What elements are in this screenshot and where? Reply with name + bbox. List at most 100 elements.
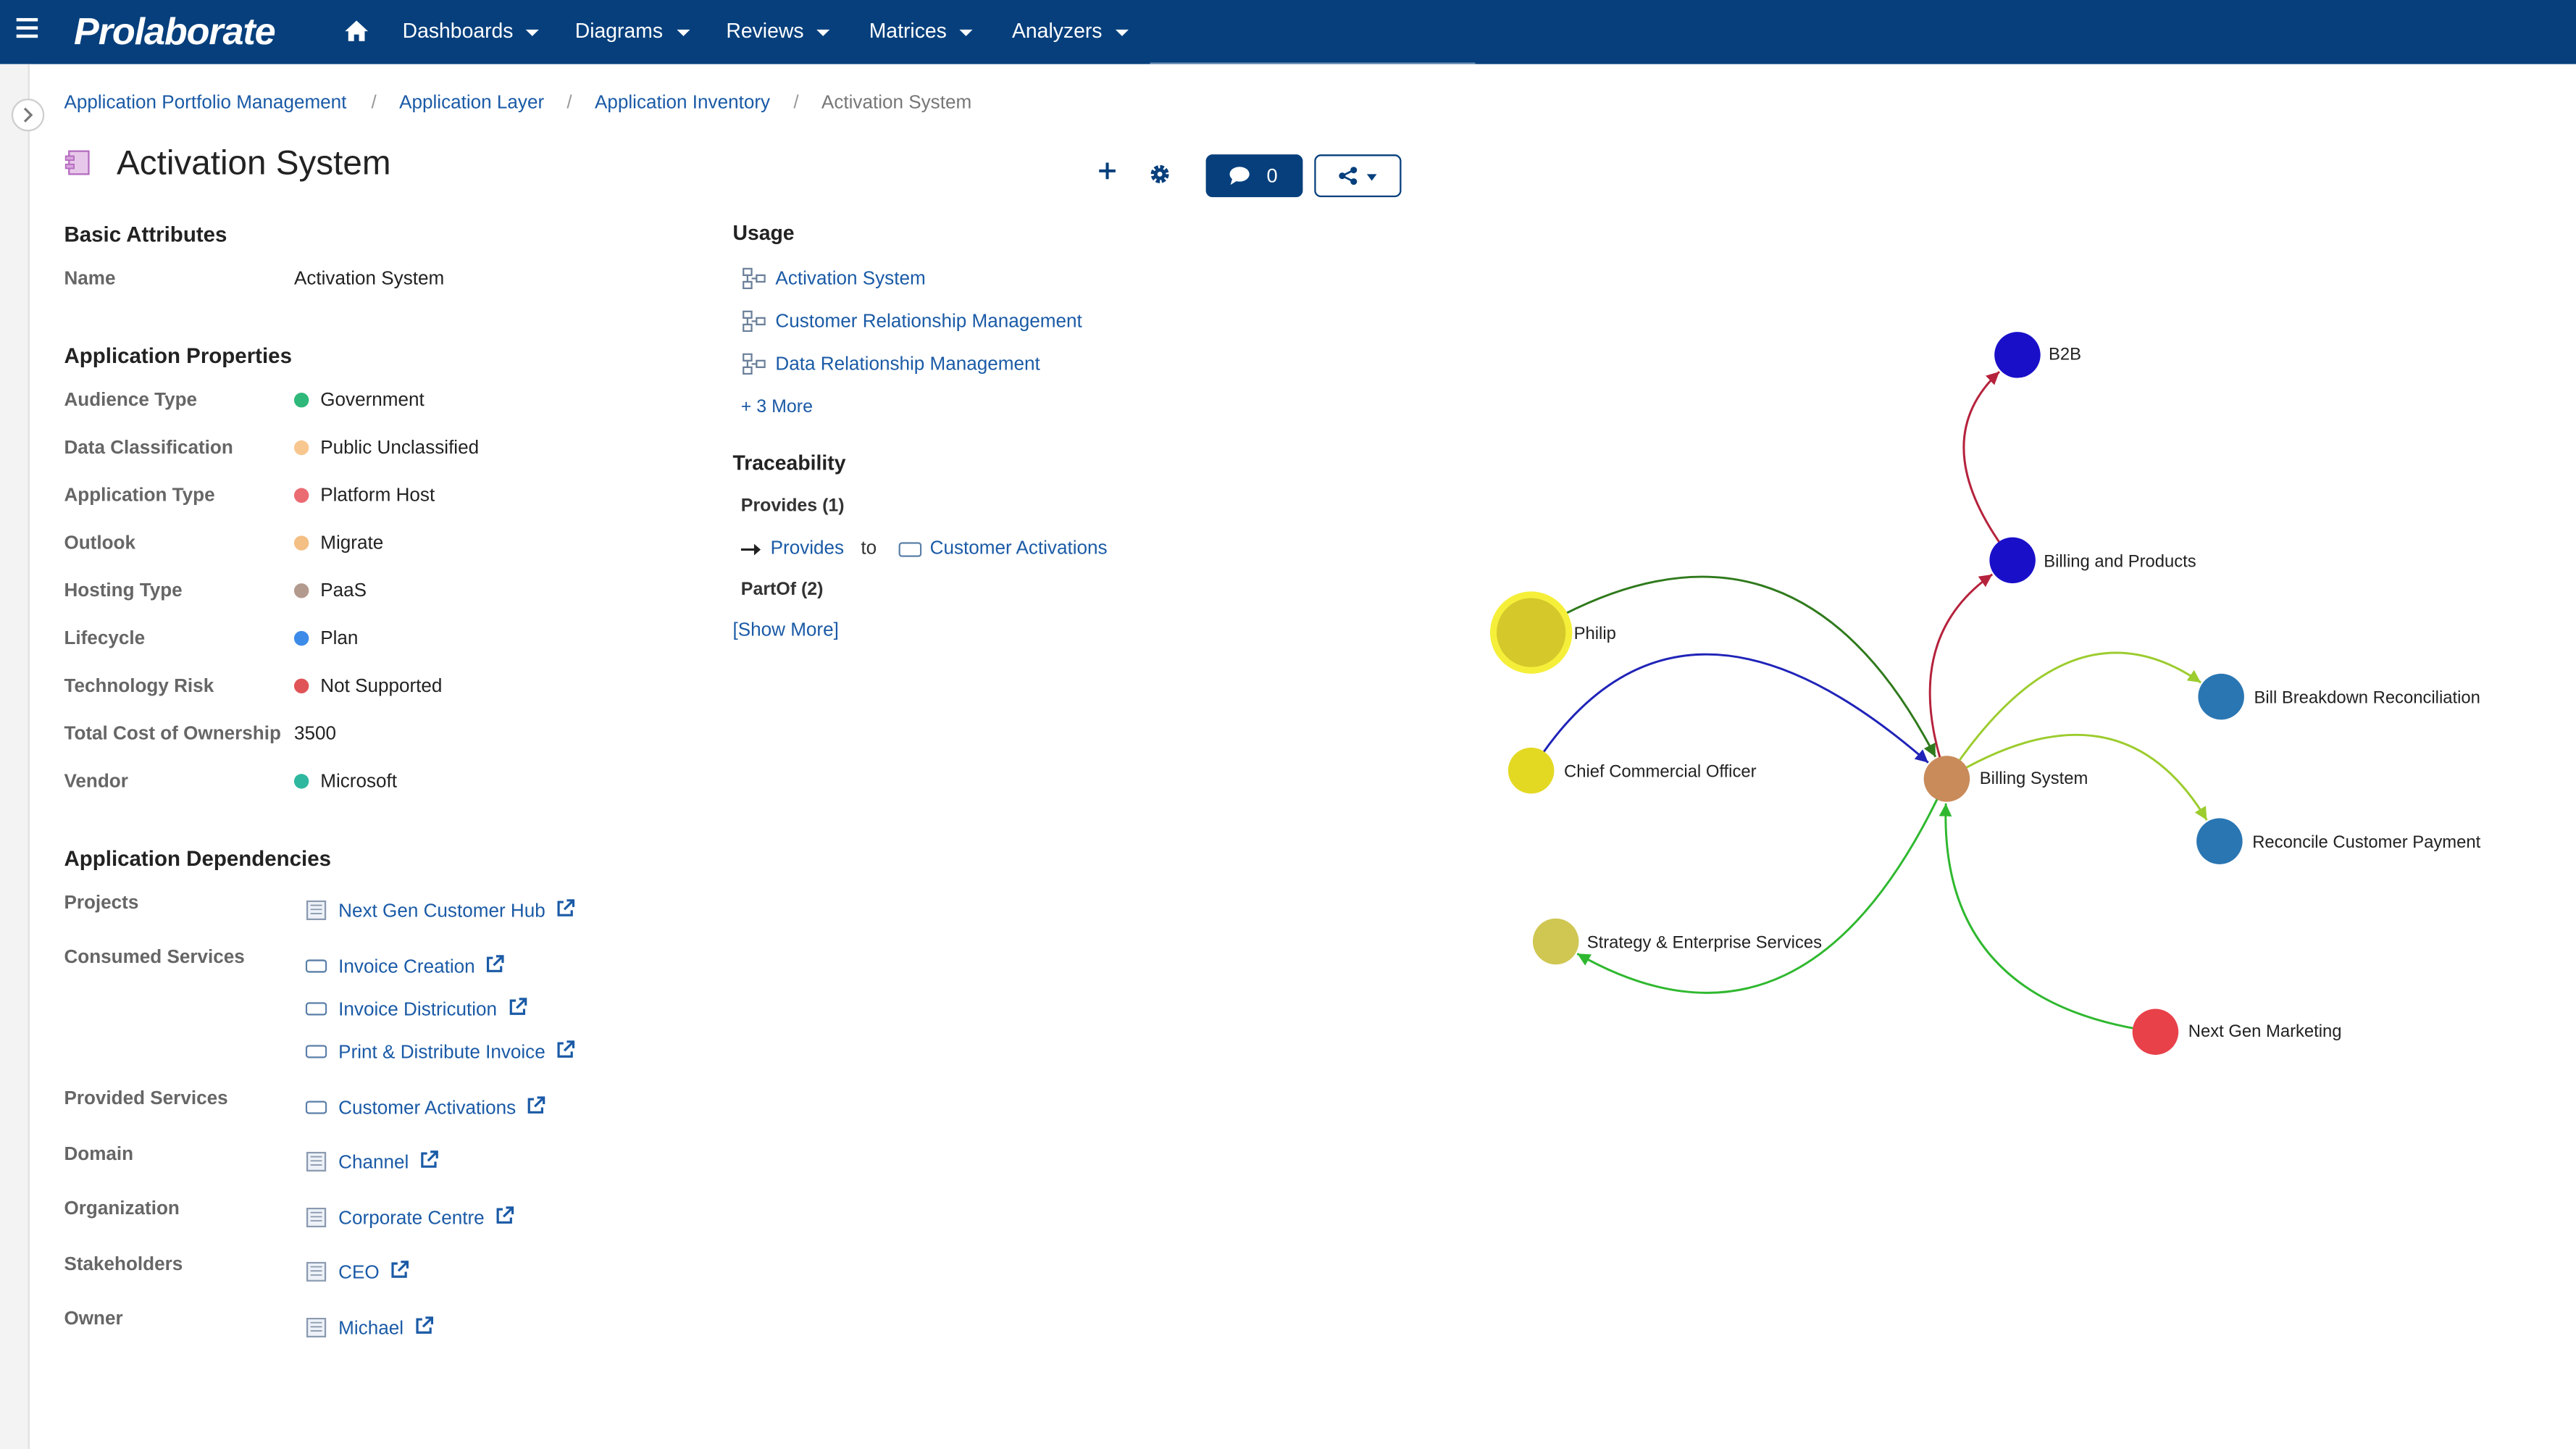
external-link-icon[interactable] xyxy=(555,1040,574,1060)
name-value: Activation System xyxy=(293,269,445,290)
graph-node-cco[interactable] xyxy=(1507,747,1555,794)
breadcrumb-separator: / xyxy=(793,93,799,114)
property-status-dot xyxy=(293,678,309,694)
property-value: Government xyxy=(320,391,425,411)
vendor-value: Microsoft xyxy=(320,772,398,793)
top-navbar: Prolaborate Dashboards Diagrams Reviews … xyxy=(0,0,2576,64)
graph-node-ses[interactable] xyxy=(1532,918,1579,965)
external-link-icon[interactable] xyxy=(555,899,574,919)
service-icon xyxy=(898,542,922,557)
projects-label: Projects xyxy=(64,893,139,914)
usage-item-link[interactable]: Customer Relationship Management xyxy=(775,312,1082,332)
graph-edge xyxy=(1946,651,2202,780)
nav-diagrams[interactable]: Diagrams xyxy=(575,20,690,43)
provides-relation-link[interactable]: Provides xyxy=(771,539,844,559)
property-value: PaaS xyxy=(320,581,367,602)
stakeholder-icon xyxy=(306,1261,327,1282)
domain-link[interactable]: Channel xyxy=(338,1151,438,1173)
property-status-dot xyxy=(293,630,309,646)
home-icon[interactable] xyxy=(343,18,369,44)
external-link-icon[interactable] xyxy=(494,1206,514,1226)
external-link-icon[interactable] xyxy=(414,1316,433,1336)
tco-value: 3500 xyxy=(293,724,336,745)
comment-icon xyxy=(1229,167,1250,185)
vendor-status-dot xyxy=(293,774,309,789)
usage-more-link[interactable]: + 3 More xyxy=(741,398,813,417)
application-properties-heading: Application Properties xyxy=(64,343,293,369)
provides-target-link[interactable]: Customer Activations xyxy=(930,539,1108,559)
graph-node-label[interactable]: Philip xyxy=(1574,625,1616,644)
graph-node-label[interactable]: Billing System xyxy=(1980,769,2088,788)
graph-node-label[interactable]: Reconcile Customer Payment xyxy=(2252,833,2480,853)
graph-node-ngm[interactable] xyxy=(2132,1009,2179,1055)
breadcrumb-application-layer[interactable]: Application Layer xyxy=(399,93,544,113)
expand-sidebar-button[interactable] xyxy=(11,99,45,132)
property-status-dot xyxy=(293,535,309,551)
property-value: Migrate xyxy=(320,534,384,554)
settings-gear-icon[interactable] xyxy=(1148,163,1171,186)
usage-heading: Usage xyxy=(732,222,795,245)
breadcrumb-separator: / xyxy=(371,93,377,114)
consumed-service-link[interactable]: Invoice Creation xyxy=(338,955,504,977)
add-icon[interactable] xyxy=(1096,159,1119,183)
consumed-services-label: Consumed Services xyxy=(64,948,245,968)
share-icon xyxy=(1339,167,1358,185)
graph-node-rcp[interactable] xyxy=(2196,818,2243,864)
external-link-icon[interactable] xyxy=(419,1151,438,1170)
external-link-icon[interactable] xyxy=(485,955,504,974)
external-link-icon[interactable] xyxy=(389,1260,409,1279)
breadcrumb-portfolio[interactable]: Application Portfolio Management xyxy=(64,93,346,113)
app-logo[interactable]: Prolaborate xyxy=(74,10,276,54)
property-label: Technology Risk xyxy=(64,677,214,697)
property-label: Outlook xyxy=(64,534,135,554)
graph-node-bbr[interactable] xyxy=(2198,673,2244,720)
external-link-icon[interactable] xyxy=(526,1096,545,1116)
stakeholder-link[interactable]: CEO xyxy=(338,1260,409,1283)
usage-item-link[interactable]: Data Relationship Management xyxy=(775,355,1040,375)
consumed-service-link[interactable]: Invoice Districution xyxy=(338,998,527,1020)
graph-edge xyxy=(1530,575,1937,758)
nav-reviews[interactable]: Reviews xyxy=(726,20,830,43)
organization-link[interactable]: Corporate Centre xyxy=(338,1206,514,1229)
property-label: Hosting Type xyxy=(64,581,183,602)
graph-node-label[interactable]: Bill Breakdown Reconciliation xyxy=(2254,688,2480,708)
provides-to-label: to xyxy=(861,538,877,559)
owner-link[interactable]: Michael xyxy=(338,1316,433,1339)
name-label: Name xyxy=(64,269,116,290)
comments-button[interactable]: 0 xyxy=(1205,154,1303,198)
graph-node-label[interactable]: B2B xyxy=(2049,345,2081,364)
breadcrumb-current: Activation System xyxy=(821,93,972,114)
graph-node-label[interactable]: Next Gen Marketing xyxy=(2188,1022,2342,1042)
project-link[interactable]: Next Gen Customer Hub xyxy=(338,899,574,922)
partof-header: PartOf (2) xyxy=(740,580,824,600)
usage-item-link[interactable]: Activation System xyxy=(775,270,925,289)
property-label: Audience Type xyxy=(64,391,198,411)
graph-edge xyxy=(1939,803,2156,1033)
graph-node-billprod[interactable] xyxy=(1989,537,2036,584)
property-value: Not Supported xyxy=(320,677,443,697)
consumed-service-link[interactable]: Print & Distribute Invoice xyxy=(338,1040,574,1063)
left-sidebar-rail xyxy=(0,64,30,1449)
nav-matrices[interactable]: Matrices xyxy=(869,20,974,43)
share-dropdown-button[interactable] xyxy=(1314,154,1402,198)
arrow-right-icon xyxy=(740,543,761,556)
graph-node-billsys[interactable] xyxy=(1923,756,1970,802)
hamburger-menu-icon[interactable] xyxy=(16,17,38,43)
relationship-graph[interactable]: B2B Billing and Products Philip Bill Breakd… xyxy=(1413,230,2563,1151)
external-link-icon[interactable] xyxy=(507,998,527,1017)
nav-dashboards[interactable]: Dashboards xyxy=(403,20,540,43)
show-more-link[interactable]: [Show More] xyxy=(732,621,838,640)
graph-node-label[interactable]: Chief Commercial Officer xyxy=(1564,762,1757,782)
property-label: Lifecycle xyxy=(64,629,146,649)
provided-service-link[interactable]: Customer Activations xyxy=(338,1096,545,1119)
graph-node-label[interactable]: Strategy & Enterprise Services xyxy=(1587,933,1822,953)
graph-node-b2b[interactable] xyxy=(1994,332,2041,378)
diagram-icon xyxy=(743,267,766,290)
graph-node-label[interactable]: Billing and Products xyxy=(2044,552,2196,572)
service-icon xyxy=(305,959,327,973)
breadcrumb-application-inventory[interactable]: Application Inventory xyxy=(595,93,770,113)
chevron-right-icon xyxy=(23,107,33,122)
property-status-dot xyxy=(293,583,309,598)
graph-node-philip[interactable] xyxy=(1497,598,1566,667)
nav-analyzers[interactable]: Analyzers xyxy=(1012,20,1129,43)
